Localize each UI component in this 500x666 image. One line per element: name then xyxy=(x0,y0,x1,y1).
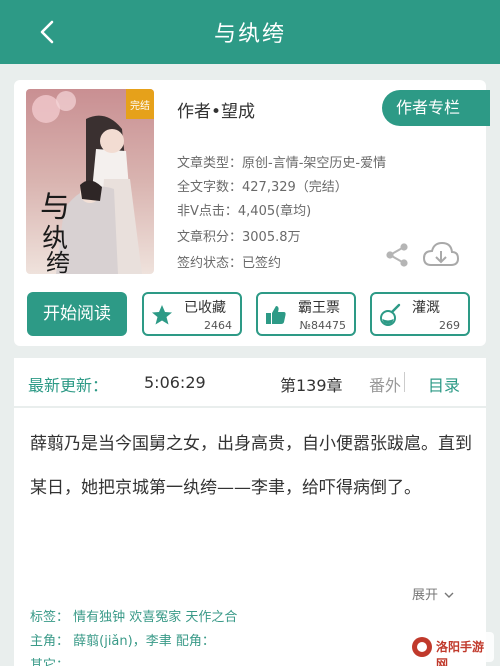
overlord-ticket-label: 霸王票 xyxy=(298,300,340,316)
tags-line[interactable]: 标签： 情有独钟 欢喜冤家 天作之合 xyxy=(30,606,237,625)
expand-button[interactable]: 展开 xyxy=(412,584,454,603)
latest-update-time: 5:06:29 xyxy=(144,373,206,392)
author-name[interactable]: 作者•望成 xyxy=(177,97,255,122)
share-icon[interactable] xyxy=(384,242,410,268)
top-bar: 与纨绔 xyxy=(0,0,500,64)
info-clicks: 非V点击：4,405(章均) xyxy=(177,204,312,219)
svg-text:绔: 绔 xyxy=(46,249,70,274)
favorite-button[interactable]: 已收藏 2464 xyxy=(142,292,242,336)
info-score: 文章积分：3005.8万 xyxy=(177,230,301,245)
latest-update-bar[interactable]: 最新更新： 5:06:29 第139章 番外 目录 xyxy=(14,358,486,406)
favorite-count: 2464 xyxy=(204,319,232,332)
book-info-card: 与 纨 绔 完结 作者•望成 作者专栏 文章类型：原创-言情-架空历史-爱情 全… xyxy=(14,80,490,346)
cover-badge: 完结 xyxy=(130,101,150,112)
svg-text:与: 与 xyxy=(40,190,70,225)
nutrient-label: 灌溉 xyxy=(412,300,440,316)
latest-chapter-number[interactable]: 第139章 xyxy=(280,372,343,396)
info-word-count: 全文字数：427,329（完结） xyxy=(177,180,348,195)
favorite-label: 已收藏 xyxy=(184,300,226,316)
nutrient-count: 269 xyxy=(439,319,460,332)
nutrient-button[interactable]: 灌溉 269 xyxy=(370,292,470,336)
latest-chapter-title[interactable]: 番外 xyxy=(369,372,401,396)
table-of-contents-link[interactable]: 目录 xyxy=(428,372,460,396)
book-cover-image[interactable]: 与 纨 绔 完结 xyxy=(26,89,154,274)
watermark-text: 洛阳手游网 xyxy=(436,640,485,666)
latest-update-label: 最新更新： xyxy=(28,376,109,395)
info-contract: 签约状态：已签约 xyxy=(177,256,282,271)
overlord-ticket-count: №84475 xyxy=(299,319,346,332)
watermark-emblem-icon xyxy=(412,637,432,657)
synopsis-card: 薛翦乃是当今国舅之女，出身高贵，自小便嚣张跋扈。直到某日，她把京城第一纨绔——李… xyxy=(14,408,486,666)
info-genre: 文章类型：原创-言情-架空历史-爱情 xyxy=(177,156,387,171)
other-line: 其它： xyxy=(30,658,70,666)
page-title: 与纨绔 xyxy=(213,22,286,47)
cloud-download-icon[interactable] xyxy=(422,240,460,270)
start-reading-button[interactable]: 开始阅读 xyxy=(27,292,127,336)
overlord-ticket-button[interactable]: 霸王票 №84475 xyxy=(256,292,356,336)
chevron-down-icon xyxy=(444,592,454,598)
roles-line: 主角： 薛翦(jiǎn)，李聿 配角： xyxy=(30,634,215,649)
author-column-button[interactable]: 作者专栏 xyxy=(382,90,490,126)
expand-label: 展开 xyxy=(412,588,439,603)
divider xyxy=(404,372,405,392)
site-watermark-logo: 洛阳手游网 xyxy=(406,632,494,666)
synopsis-text: 薛翦乃是当今国舅之女，出身高贵，自小便嚣张跋扈。直到某日，她把京城第一纨绔——李… xyxy=(30,434,472,498)
